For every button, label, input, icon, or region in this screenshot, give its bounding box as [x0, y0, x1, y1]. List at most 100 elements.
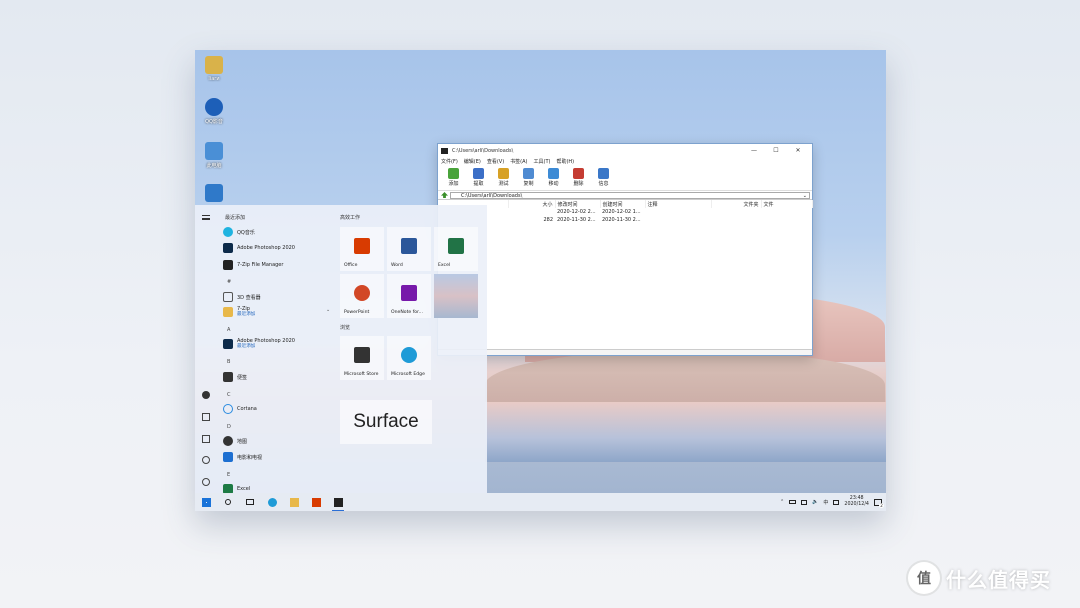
extract-button[interactable]: 提取: [466, 166, 491, 190]
app-7zip-recent[interactable]: 7-Zip File Manager: [223, 260, 283, 270]
document-icon[interactable]: [202, 413, 210, 421]
letter-header-b[interactable]: B: [227, 359, 230, 365]
tile-ms-edge[interactable]: Microsoft Edge: [387, 336, 431, 380]
up-arrow-icon[interactable]: [441, 192, 448, 198]
test-button[interactable]: 测试: [491, 166, 516, 190]
start-button[interactable]: [195, 493, 217, 511]
delete-button[interactable]: 删除: [566, 166, 591, 190]
app-sticky-notes[interactable]: 便签: [223, 372, 247, 382]
app-photoshop[interactable]: Adobe Photoshop 2020 最近添加: [223, 338, 295, 350]
tile-photos[interactable]: [434, 274, 478, 318]
col-modified[interactable]: 修改时间: [555, 200, 601, 208]
maximize-button[interactable]: ☐: [765, 147, 787, 154]
move-button[interactable]: 移动: [541, 166, 566, 190]
close-button[interactable]: ✕: [787, 147, 809, 154]
desktop-icon-label: 此电脑: [206, 163, 222, 169]
taskbar-office[interactable]: [305, 493, 327, 511]
minimize-button[interactable]: —: [743, 147, 765, 154]
volume-icon[interactable]: 🔈: [812, 499, 818, 505]
desktop-icon-qq-video[interactable]: QQ影音: [199, 98, 229, 125]
tile-surface[interactable]: Surface: [340, 400, 432, 444]
app-photoshop-recent[interactable]: Adobe Photoshop 2020: [223, 243, 295, 253]
task-view-button[interactable]: [239, 493, 261, 511]
desktop-icon-user[interactable]: liarи: [199, 56, 229, 82]
ime-indicator[interactable]: 中: [823, 499, 828, 506]
battery-icon[interactable]: [789, 500, 797, 504]
menu-file[interactable]: 文件(F): [441, 158, 458, 165]
table-row[interactable]: 282 2020-11-30 2... 2020-11-30 2...: [438, 216, 812, 224]
tile-office[interactable]: Office: [340, 227, 384, 271]
letter-header-a[interactable]: A: [227, 327, 230, 333]
col-size[interactable]: 大小: [508, 200, 556, 208]
cell-size: 282: [543, 217, 553, 223]
title-bar[interactable]: C:\Users\arli\Downloads\ — ☐ ✕: [438, 144, 812, 157]
app-cortana[interactable]: Cortana: [223, 404, 257, 414]
app-maps[interactable]: 地图: [223, 436, 247, 446]
desktop-icon-network[interactable]: [199, 184, 229, 202]
gear-icon[interactable]: [202, 456, 210, 464]
power-icon[interactable]: [202, 478, 210, 486]
col-files[interactable]: 文件: [761, 200, 813, 208]
cell-folders: [711, 216, 761, 224]
file-table: 大小 修改时间 创建时间 注释 文件夹 文件 2020-12-02 2... 2…: [438, 200, 813, 224]
menu-view[interactable]: 查看(V): [487, 158, 504, 165]
menu-edit[interactable]: 编辑(E): [464, 158, 481, 165]
info-button[interactable]: 信息: [591, 166, 616, 190]
folder-icon: [223, 307, 233, 317]
col-comment[interactable]: 注释: [645, 200, 712, 208]
menu-tools[interactable]: 工具(T): [534, 158, 551, 165]
map-pin-icon: [223, 436, 233, 446]
taskbar-explorer[interactable]: [283, 493, 305, 511]
path-input[interactable]: C:\Users\arli\Downloads\ ⌄: [450, 191, 810, 199]
col-created[interactable]: 创建时间: [600, 200, 646, 208]
pictures-icon[interactable]: [202, 435, 210, 443]
taskbar-7zip[interactable]: [327, 493, 349, 511]
clock[interactable]: 23:48 2020/12/4: [844, 496, 869, 508]
delete-label: 删除: [573, 181, 584, 187]
group-title-browse[interactable]: 浏览: [340, 324, 350, 331]
add-button[interactable]: 添加: [441, 166, 466, 190]
letter-header-c[interactable]: C: [227, 392, 231, 398]
copy-button[interactable]: 复制: [516, 166, 541, 190]
menu-bookmarks[interactable]: 书签(A): [510, 158, 527, 165]
tile-label: Excel: [438, 263, 451, 268]
recent-header: 最近添加: [225, 215, 246, 221]
tile-excel[interactable]: Excel: [434, 227, 478, 271]
cube-icon: [223, 292, 233, 302]
letter-header-e[interactable]: E: [227, 472, 230, 478]
app-movies-tv[interactable]: 电影和电视: [223, 452, 262, 462]
app-7zip-folder[interactable]: 7-Zip 最近添加: [223, 306, 255, 318]
folder-icon: [289, 497, 299, 507]
extract-icon: [473, 168, 484, 179]
app-label: 地图: [237, 438, 248, 445]
col-folders[interactable]: 文件夹: [711, 200, 762, 208]
chevron-up-icon[interactable]: ⌃: [780, 499, 784, 505]
table-row[interactable]: 2020-12-02 2... 2020-12-02 1...: [438, 208, 812, 216]
chevron-down-icon[interactable]: ⌄: [803, 193, 807, 199]
cell-size: [508, 208, 555, 216]
letter-header-d[interactable]: D: [227, 424, 231, 430]
chevron-down-icon[interactable]: ⌄: [326, 307, 330, 313]
tile-onenote[interactable]: OneNote for...: [387, 274, 431, 318]
app-qq-music[interactable]: QQ音乐: [223, 227, 255, 237]
group-title-work[interactable]: 高效工作: [340, 214, 360, 221]
network-icon[interactable]: [801, 499, 808, 505]
tile-word[interactable]: Word: [387, 227, 431, 271]
search-button[interactable]: [217, 493, 239, 511]
tile-ms-store[interactable]: Microsoft Store: [340, 336, 384, 380]
tile-powerpoint[interactable]: PowerPoint: [340, 274, 384, 318]
menu-help[interactable]: 帮助(H): [556, 158, 574, 165]
hamburger-icon[interactable]: [202, 215, 210, 220]
app-label: 便签: [237, 374, 248, 381]
cell-files: [761, 208, 812, 216]
letter-header-hash[interactable]: #: [227, 279, 231, 285]
desktop-icon-this-pc[interactable]: 此电脑: [199, 142, 229, 169]
avatar[interactable]: [202, 391, 210, 399]
watermark-text: 什么值得买: [946, 567, 1051, 592]
taskbar-edge[interactable]: [261, 493, 283, 511]
notification-icon[interactable]: 2: [874, 498, 884, 508]
input-icon[interactable]: [833, 499, 840, 505]
app-3d-viewer[interactable]: 3D 查看器: [223, 292, 261, 302]
sticky-notes-icon: [223, 372, 233, 382]
word-icon: [401, 238, 417, 254]
